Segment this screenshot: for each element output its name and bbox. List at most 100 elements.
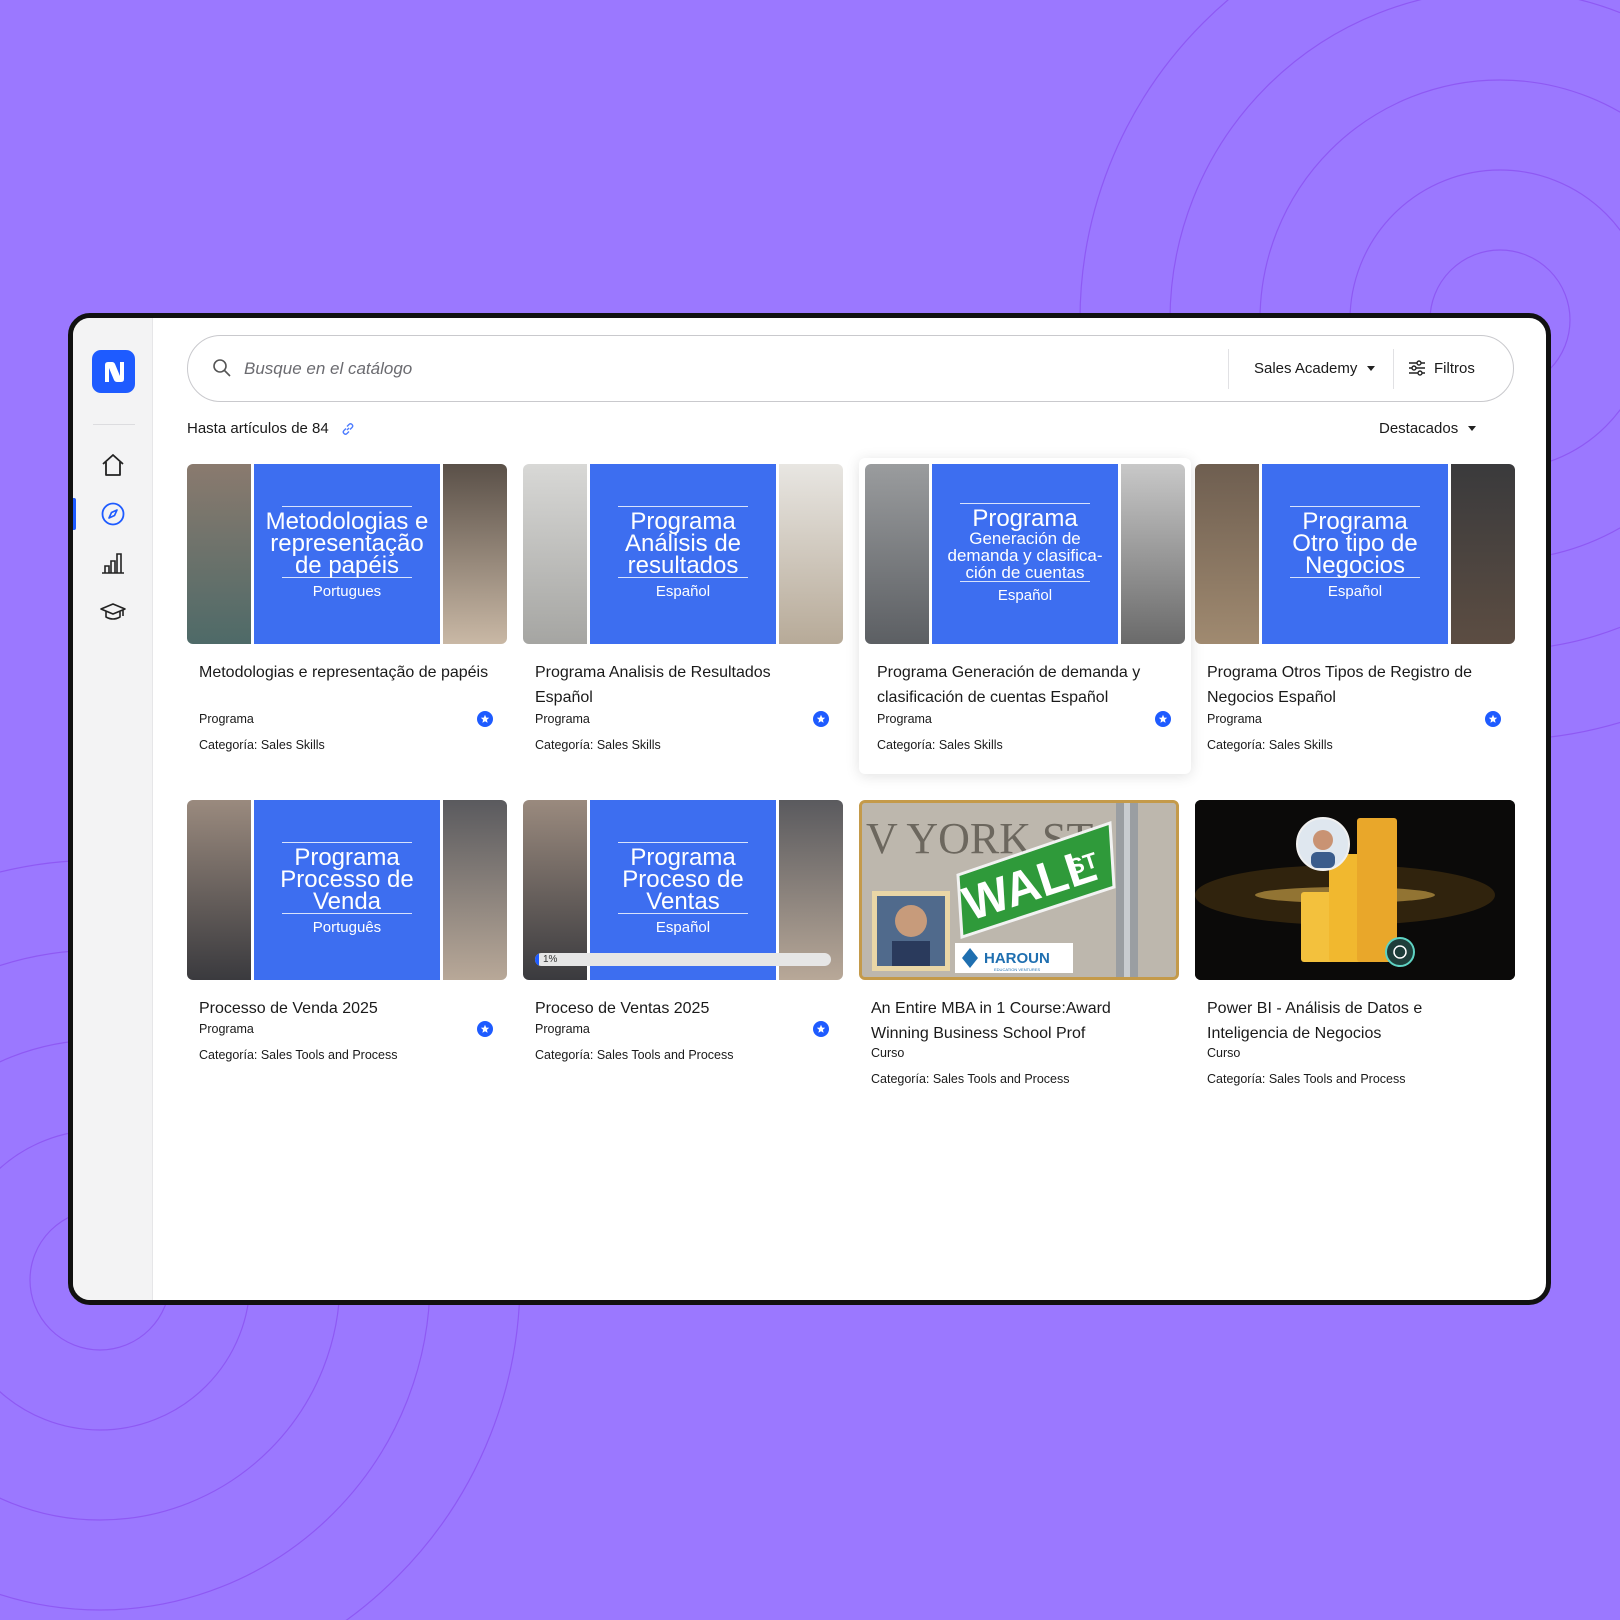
card-thumbnail: Programa Otro tipo de Negocios Español <box>1195 464 1515 644</box>
logo-n-icon <box>104 361 124 382</box>
card-title[interactable]: Programa Analisis de Resultados Español <box>535 660 825 710</box>
wall-street-cover-image: V YORK ST WALL ST HAROUN EDUCATION VENTU… <box>862 803 1176 977</box>
card-thumbnail: Programa Generación de demanda y clasifi… <box>865 464 1185 644</box>
card-type: Curso <box>871 1046 905 1060</box>
card-type: Programa <box>877 712 932 726</box>
home-icon <box>102 454 124 476</box>
card-category: Categoría: Sales Skills <box>1207 738 1333 752</box>
card-thumbnail <box>1195 800 1515 980</box>
cover-line: ción de cuentas <box>965 562 1085 582</box>
cover-line: Venda <box>312 888 382 915</box>
catalog-card[interactable]: Programa Processo de Venda Português Pro… <box>187 800 507 1090</box>
card-cover-panel: Metodologias e representação de papéis P… <box>254 464 440 644</box>
search-separator <box>1393 349 1394 389</box>
featured-badge-icon <box>813 711 829 727</box>
card-photo <box>187 464 251 644</box>
sidebar-item-home[interactable] <box>73 443 153 487</box>
filters-label: Filtros <box>1434 359 1475 377</box>
featured-badge-icon <box>477 1021 493 1037</box>
sidebar-item-analytics[interactable] <box>73 541 153 585</box>
cover-line: Negocios <box>1304 552 1406 579</box>
compass-icon <box>101 502 125 526</box>
catalog-card[interactable]: Programa Proceso de Ventas Español 1% Pr… <box>523 800 843 1090</box>
cover-line: resultados <box>627 552 739 579</box>
card-title[interactable]: Programa Otros Tipos de Registro de Nego… <box>1207 660 1497 710</box>
card-category: Categoría: Sales Skills <box>199 738 325 752</box>
card-photo <box>1451 464 1515 644</box>
cover-language: Español <box>655 583 711 600</box>
app-window: Sales Academy Filtros Hasta artículos de… <box>68 313 1551 1305</box>
card-type: Programa <box>535 712 590 726</box>
card-title[interactable]: Proceso de Ventas 2025 <box>535 996 825 1021</box>
card-category: Categoría: Sales Tools and Process <box>1207 1072 1406 1086</box>
catalog-main: Sales Academy Filtros Hasta artículos de… <box>153 318 1546 1300</box>
featured-badge-icon <box>813 1021 829 1037</box>
sliders-icon <box>1409 360 1425 376</box>
card-type: Programa <box>199 1022 254 1036</box>
academy-select-label: Sales Academy <box>1254 359 1358 377</box>
card-photo <box>779 464 843 644</box>
card-photo <box>1195 464 1259 644</box>
card-type: Curso <box>1207 1046 1241 1060</box>
card-photo <box>187 800 251 980</box>
results-count: Hasta artículos de 84 <box>187 420 355 437</box>
card-thumbnail: V YORK ST WALL ST HAROUN EDUCATION VENTU… <box>859 800 1179 980</box>
search-input[interactable] <box>244 352 1144 386</box>
academy-select[interactable]: Sales Academy <box>1254 336 1376 400</box>
search-separator <box>1228 349 1229 389</box>
card-category: Categoría: Sales Skills <box>877 738 1003 752</box>
cover-line: demanda y clasifica- <box>947 545 1103 565</box>
card-thumbnail: Metodologias e representação de papéis P… <box>187 464 507 644</box>
cover-language: Español <box>997 586 1053 604</box>
sidebar-item-learning[interactable] <box>73 590 153 634</box>
card-photo <box>443 800 507 980</box>
sort-select[interactable]: Destacados <box>1379 420 1477 437</box>
cover-line: Ventas <box>646 888 720 915</box>
card-photo <box>443 464 507 644</box>
card-title[interactable]: Metodologias e representação de papéis <box>199 660 489 685</box>
sidebar <box>73 318 153 1300</box>
card-title[interactable]: An Entire MBA in 1 Course:Award Winning … <box>871 996 1161 1046</box>
featured-badge-icon <box>1485 711 1501 727</box>
chevron-down-icon <box>1367 365 1376 371</box>
card-cover-panel: Programa Generación de demanda y clasifi… <box>932 464 1118 644</box>
catalog-card[interactable]: Programa Otro tipo de Negocios Español P… <box>1195 464 1515 764</box>
brand-subtext: EDUCATION VENTURES <box>994 967 1040 972</box>
power-bi-cover-image <box>1195 800 1515 980</box>
card-category: Categoría: Sales Tools and Process <box>871 1072 1070 1086</box>
link-icon[interactable] <box>341 422 355 436</box>
card-cover-panel: Programa Otro tipo de Negocios Español <box>1262 464 1448 644</box>
sidebar-item-explore[interactable] <box>73 492 153 536</box>
search-bar: Sales Academy Filtros <box>187 335 1514 402</box>
card-thumbnail: Programa Proceso de Ventas Español 1% <box>523 800 843 980</box>
catalog-card[interactable]: V YORK ST WALL ST HAROUN EDUCATION VENTU… <box>859 800 1179 1100</box>
card-thumbnail: Programa Processo de Venda Português <box>187 800 507 980</box>
catalog-card[interactable]: Programa Análisis de resultados Español … <box>523 464 843 764</box>
cover-line: Programa <box>972 504 1078 532</box>
graduation-cap-icon <box>100 603 126 620</box>
card-title[interactable]: Power BI - Análisis de Datos e Inteligen… <box>1207 996 1497 1046</box>
card-cover-panel: Programa Processo de Venda Português <box>254 800 440 980</box>
progress-fill <box>535 953 540 966</box>
card-type: Programa <box>199 712 254 726</box>
card-thumbnail: Programa Análisis de resultados Español <box>523 464 843 644</box>
brand-text: HAROUN <box>984 950 1050 967</box>
sort-label: Destacados <box>1379 420 1459 437</box>
card-title[interactable]: Programa Generación de demanda y clasifi… <box>877 660 1167 710</box>
cover-language: Portugues <box>312 583 382 600</box>
cover-line: Generación de <box>969 528 1081 548</box>
catalog-card[interactable]: Power BI - Análisis de Datos e Inteligen… <box>1195 800 1515 1100</box>
catalog-card[interactable]: Metodologias e representação de papéis P… <box>187 464 507 764</box>
cover-language: Español <box>1327 583 1383 600</box>
course-progress-bar: 1% <box>535 953 831 966</box>
card-type: Programa <box>535 1022 590 1036</box>
app-logo[interactable] <box>92 350 135 393</box>
card-title[interactable]: Processo de Venda 2025 <box>199 996 489 1021</box>
catalog-card[interactable]: Programa Generación de demanda y clasifi… <box>859 458 1191 774</box>
featured-badge-icon <box>1155 711 1171 727</box>
filters-button[interactable]: Filtros <box>1408 336 1475 400</box>
card-photo <box>865 464 929 644</box>
progress-percent: 1% <box>543 954 558 965</box>
card-category: Categoría: Sales Tools and Process <box>199 1048 398 1062</box>
cover-language: Português <box>312 919 382 936</box>
